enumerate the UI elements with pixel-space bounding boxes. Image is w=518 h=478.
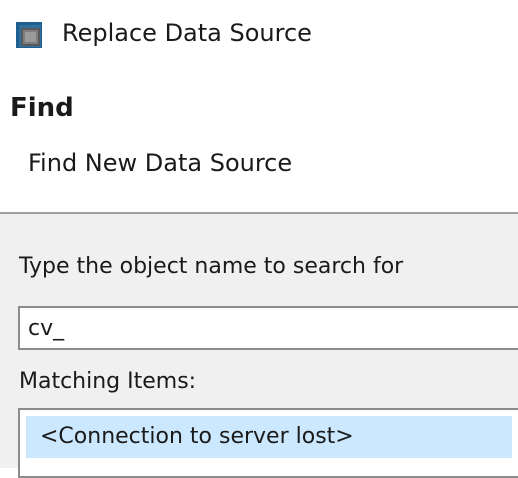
matching-items-label: Matching Items: bbox=[19, 369, 197, 394]
dialog-content: Type the object name to search for Match… bbox=[0, 214, 518, 478]
dialog-header: Replace Data Source Find Find New Data S… bbox=[0, 0, 518, 214]
page-title: Find bbox=[10, 93, 74, 123]
title-bar: Replace Data Source bbox=[0, 0, 518, 66]
app-window-icon bbox=[15, 21, 43, 49]
search-input[interactable] bbox=[18, 306, 518, 350]
page-subtitle: Find New Data Source bbox=[28, 149, 293, 177]
list-item[interactable]: <Connection to server lost> bbox=[26, 416, 512, 458]
list-item-label: <Connection to server lost> bbox=[40, 424, 354, 449]
search-label: Type the object name to search for bbox=[19, 254, 404, 279]
window-title: Replace Data Source bbox=[62, 19, 312, 47]
